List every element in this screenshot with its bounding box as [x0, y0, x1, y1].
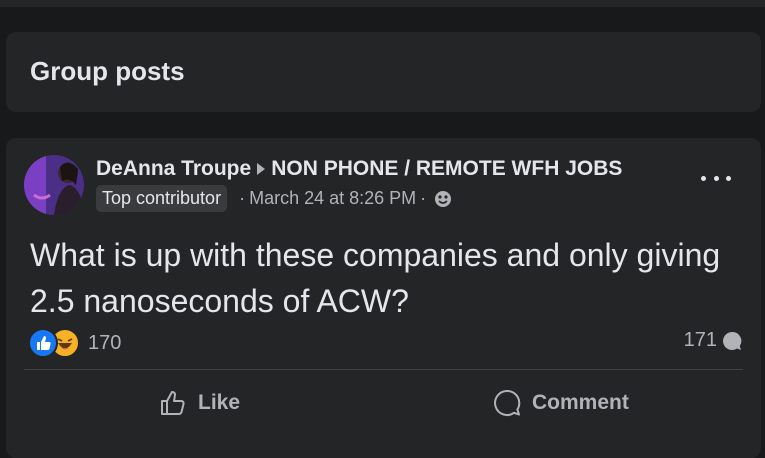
- like-label: Like: [198, 391, 241, 414]
- comments-summary[interactable]: 171: [684, 329, 743, 352]
- post-author-line: DeAnna Troupe NON PHONE / REMOTE WFH JOB…: [96, 157, 622, 181]
- post-body: What is up with these companies and only…: [30, 237, 721, 319]
- reactions-summary[interactable]: 170: [28, 328, 121, 358]
- post-timestamp[interactable]: March 24 at 8:26 PM: [249, 188, 416, 209]
- comment-button[interactable]: Comment: [492, 383, 629, 423]
- section-title: Group posts: [30, 56, 185, 86]
- avatar-image: [24, 155, 84, 215]
- group-name[interactable]: NON PHONE / REMOTE WFH JOBS: [271, 157, 622, 181]
- top-bar: [0, 0, 765, 7]
- dot-icon: [701, 175, 706, 181]
- separator: ·: [420, 188, 427, 208]
- divider: [24, 369, 743, 370]
- avatar[interactable]: [24, 155, 84, 215]
- like-button[interactable]: Like: [158, 383, 240, 423]
- dot-icon: [713, 175, 719, 181]
- dot-icon: [726, 175, 731, 181]
- post-card: DeAnna Troupe NON PHONE / REMOTE WFH JOB…: [6, 138, 761, 458]
- comment-icon: [494, 389, 521, 416]
- caret-right-icon: [257, 163, 266, 175]
- comment-bubble-icon: [723, 331, 742, 350]
- audience-icon: [435, 190, 452, 207]
- group-posts-header: Group posts: [6, 32, 761, 112]
- more-options-button[interactable]: [701, 168, 731, 188]
- like-icon: [28, 328, 58, 358]
- post-meta: Top contributor · March 24 at 8:26 PM ·: [96, 185, 452, 212]
- author-name[interactable]: DeAnna Troupe: [96, 157, 251, 181]
- thumbs-up-icon: [161, 391, 185, 415]
- comment-label: Comment: [532, 391, 629, 414]
- top-contributor-badge[interactable]: Top contributor: [96, 185, 228, 212]
- comment-count: 171: [683, 329, 717, 351]
- reaction-count: 170: [88, 331, 122, 354]
- separator: ·: [239, 188, 246, 208]
